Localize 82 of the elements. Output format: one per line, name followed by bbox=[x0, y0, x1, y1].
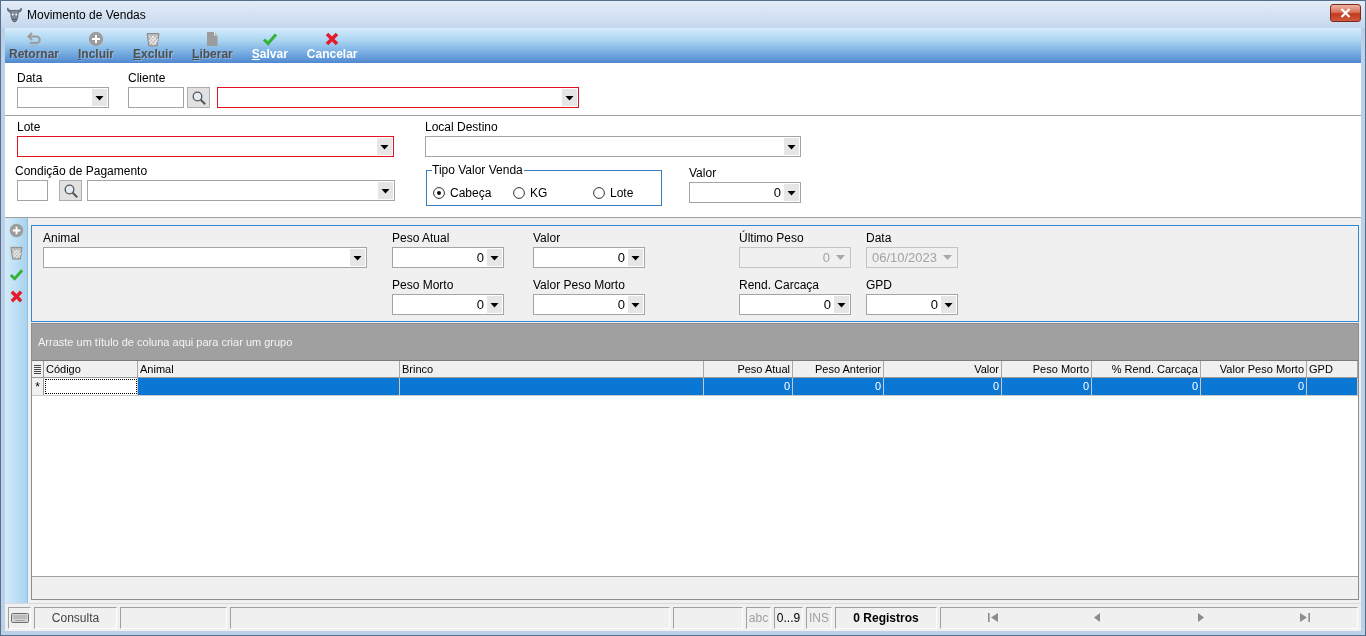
field-label: Valor bbox=[533, 231, 561, 245]
table-cell: 0 bbox=[1092, 378, 1201, 395]
record-count: 0 Registros bbox=[835, 606, 937, 629]
triangle-left-icon bbox=[1092, 613, 1102, 622]
return-arrow-icon bbox=[26, 31, 42, 47]
table-row[interactable]: * 0 0 0 0 0 0 bbox=[32, 378, 1358, 396]
field-label: Cliente bbox=[128, 71, 166, 85]
field-label: Data bbox=[866, 231, 892, 245]
table-cell: 0 bbox=[1002, 378, 1092, 395]
new-row-marker: * bbox=[32, 378, 44, 395]
table-cell: 0 bbox=[884, 378, 1002, 395]
window-title: Movimento de Vendas bbox=[27, 7, 146, 22]
table-cell: 0 bbox=[1201, 378, 1307, 395]
field-label: Lote bbox=[17, 120, 41, 134]
field-label: Peso Morto bbox=[392, 278, 454, 292]
field-label: Valor Peso Morto bbox=[533, 278, 625, 292]
column-header[interactable]: GPD bbox=[1307, 361, 1358, 377]
field-label: Local Destino bbox=[425, 120, 498, 134]
trash-icon bbox=[145, 31, 162, 47]
table-cell: 0 bbox=[793, 378, 884, 395]
column-header[interactable]: Peso Atual bbox=[704, 361, 793, 377]
dropdown-field[interactable]: 0 bbox=[739, 294, 851, 315]
column-header[interactable]: Código bbox=[44, 361, 138, 377]
status-panel bbox=[673, 606, 743, 629]
radio-button[interactable]: Lote bbox=[593, 185, 673, 200]
bull-head-icon bbox=[6, 6, 23, 23]
table-cell: 0 bbox=[704, 378, 793, 395]
field-label: Animal bbox=[43, 231, 80, 245]
dropdown-field[interactable] bbox=[425, 136, 801, 157]
skip-to-start-icon bbox=[988, 613, 998, 622]
status-indicator: 0...9 bbox=[774, 606, 803, 629]
code-field[interactable] bbox=[17, 180, 48, 201]
radio-button[interactable]: Cabeça bbox=[433, 185, 513, 200]
keyboard-icon bbox=[10, 612, 29, 623]
field-label: Data bbox=[17, 71, 43, 85]
cross-icon bbox=[324, 31, 341, 47]
dropdown-field[interactable]: 0 bbox=[392, 294, 504, 315]
dropdown-field[interactable]: 0 bbox=[533, 247, 645, 268]
column-header[interactable]: % Rend. Carcaça bbox=[1092, 361, 1201, 377]
close-button[interactable] bbox=[1330, 4, 1361, 22]
dropdown-field[interactable] bbox=[217, 87, 579, 108]
dropdown-field[interactable]: 0 bbox=[689, 182, 801, 203]
checkmark-icon bbox=[261, 31, 278, 47]
dropdown-field[interactable] bbox=[87, 180, 395, 201]
checkmark-icon[interactable] bbox=[8, 267, 24, 282]
cross-icon[interactable] bbox=[8, 289, 24, 304]
radio-button[interactable]: KG bbox=[513, 185, 593, 200]
group-title: Tipo Valor Venda bbox=[432, 163, 524, 177]
field-label: Valor bbox=[689, 166, 717, 180]
search-icon bbox=[63, 183, 78, 198]
dropdown-field[interactable] bbox=[43, 247, 367, 268]
status-mode-text: Consulta bbox=[34, 606, 117, 629]
code-field[interactable] bbox=[128, 87, 184, 108]
page-icon bbox=[204, 31, 221, 47]
column-header[interactable]: Animal bbox=[138, 361, 400, 377]
field-label: Peso Atual bbox=[392, 231, 450, 245]
field-label: Condição de Pagamento bbox=[15, 164, 148, 178]
dropdown-arrow-icon bbox=[836, 255, 845, 260]
field-label: Rend. Carcaça bbox=[739, 278, 820, 292]
search-button[interactable] bbox=[59, 180, 82, 201]
search-icon bbox=[191, 90, 206, 105]
column-header[interactable]: Brinco bbox=[400, 361, 704, 377]
column-header[interactable]: Peso Morto bbox=[1002, 361, 1092, 377]
plus-circle-icon bbox=[88, 31, 104, 47]
field-label: GPD bbox=[866, 278, 892, 292]
column-header[interactable]: Valor bbox=[884, 361, 1002, 377]
search-button[interactable] bbox=[187, 87, 210, 108]
dropdown-field[interactable]: 0 bbox=[866, 294, 958, 315]
skip-to-end-icon bbox=[1300, 613, 1310, 622]
dropdown-field[interactable] bbox=[17, 87, 109, 108]
field-label: Último Peso bbox=[739, 231, 804, 245]
dropdown-field[interactable]: 0 bbox=[533, 294, 645, 315]
triangle-right-icon bbox=[1196, 613, 1206, 622]
dropdown-field[interactable] bbox=[17, 136, 394, 157]
group-hint: Arraste um título de coluna aqui para criar um grupo bbox=[38, 336, 293, 348]
dropdown-field[interactable]: 0 bbox=[392, 247, 504, 268]
status-indicator: abc bbox=[746, 606, 771, 629]
dropdown-arrow-icon bbox=[943, 255, 952, 260]
column-header[interactable]: Valor Peso Morto bbox=[1201, 361, 1307, 377]
column-header[interactable]: Peso Anterior bbox=[793, 361, 884, 377]
close-icon bbox=[1340, 8, 1351, 18]
status-indicator: INS bbox=[806, 606, 832, 629]
